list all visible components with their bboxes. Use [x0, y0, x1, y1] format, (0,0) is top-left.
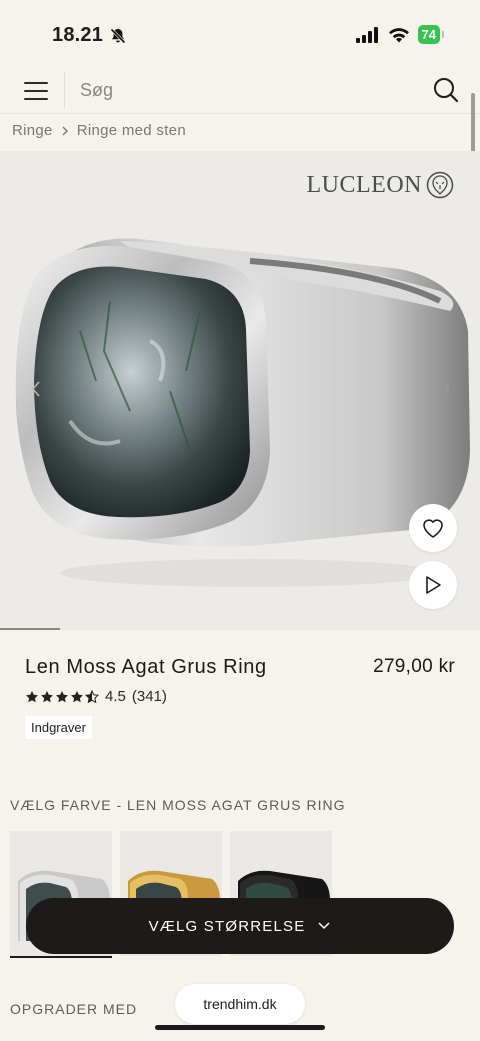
search-header — [0, 70, 480, 114]
star-icon — [26, 690, 38, 702]
gallery-prev-button[interactable] — [28, 379, 44, 399]
ring-image — [15, 238, 471, 587]
engrave-button[interactable]: Indgraver — [25, 716, 92, 739]
search-icon — [434, 78, 459, 103]
product-gallery[interactable]: LUCLEON — [0, 151, 480, 630]
status-icons: 74 — [355, 25, 445, 44]
menu-button[interactable] — [24, 80, 50, 100]
selected-swatch-indicator — [10, 956, 112, 958]
chevron-down-icon — [318, 922, 330, 930]
signal-icon — [355, 26, 378, 43]
time-text: 18.21 — [52, 24, 104, 46]
status-bar: 18.21 74 — [0, 0, 480, 70]
play-video-button[interactable] — [409, 561, 457, 609]
select-size-label: VÆLG STØRRELSE — [148, 917, 306, 935]
breadcrumb: Ringe Ringe med sten — [12, 122, 186, 139]
wifi-icon — [388, 27, 409, 42]
chevron-left-icon — [31, 381, 40, 397]
status-time: 18.21 — [52, 24, 127, 47]
heart-icon — [423, 519, 443, 538]
product-rating[interactable]: 4.5 (341) — [25, 688, 167, 705]
select-size-button[interactable]: VÆLG STØRRELSE — [26, 898, 454, 954]
home-indicator[interactable] — [155, 1025, 325, 1030]
review-count: (341) — [131, 688, 167, 705]
star-icon — [56, 690, 68, 702]
product-price: 279,00 kr — [373, 656, 455, 677]
chevron-right-icon — [442, 381, 451, 397]
browser-address-pill[interactable]: trendhim.dk — [175, 984, 305, 1024]
product-title: Len Moss Agat Grus Ring — [25, 656, 267, 678]
play-icon — [426, 576, 441, 594]
rating-value: 4.5 — [105, 688, 126, 705]
upgrade-section-label: OPGRADER MED — [10, 1001, 138, 1017]
header-divider-line — [0, 113, 480, 114]
favorite-button[interactable] — [409, 504, 457, 552]
search-input[interactable] — [80, 76, 400, 104]
star-icon — [41, 690, 53, 702]
gallery-progress-indicator — [0, 628, 60, 630]
header-divider — [64, 72, 65, 108]
bell-muted-icon — [110, 27, 126, 44]
chevron-right-icon — [62, 126, 68, 135]
gallery-next-button[interactable] — [438, 379, 454, 399]
star-icon — [71, 690, 83, 702]
star-half-icon — [85, 689, 99, 703]
rating-stars — [25, 689, 99, 704]
colour-section-label: VÆLG FARVE - LEN MOSS AGAT GRUS RING — [10, 797, 346, 813]
battery-indicator: 74 — [417, 25, 445, 44]
breadcrumb-item-ringe-med-sten[interactable]: Ringe med sten — [77, 122, 186, 139]
search-button[interactable] — [432, 76, 460, 104]
breadcrumb-item-ringe[interactable]: Ringe — [12, 122, 53, 139]
